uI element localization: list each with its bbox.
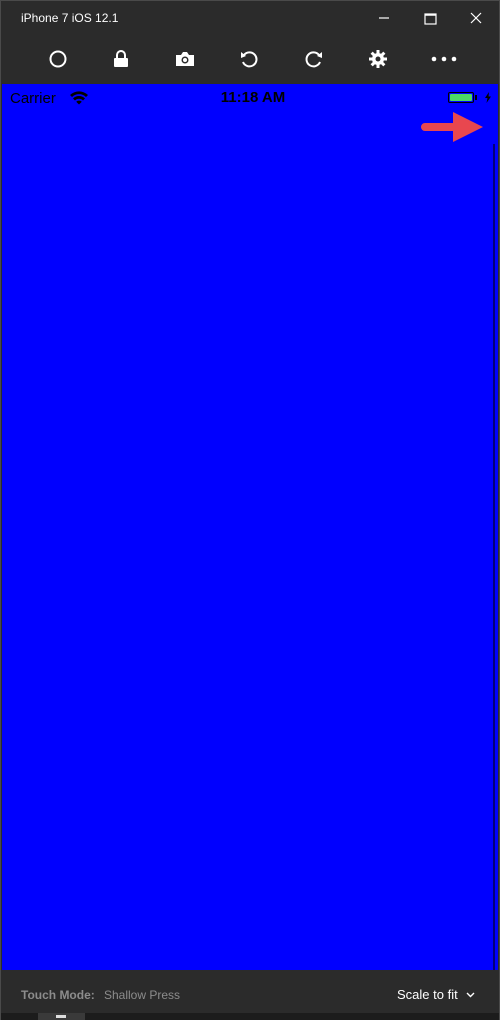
chevron-down-icon xyxy=(466,992,475,997)
more-dots-icon xyxy=(431,56,457,62)
touch-mode-label: Touch Mode: xyxy=(21,988,95,1002)
home-button[interactable] xyxy=(42,43,74,75)
close-icon xyxy=(470,12,482,24)
battery-icon xyxy=(448,92,474,103)
title-bar[interactable]: iPhone 7 iOS 12.1 xyxy=(1,1,499,35)
touch-mode-value[interactable]: Shallow Press xyxy=(104,988,180,1002)
taskbar-app-tab[interactable] xyxy=(38,1013,85,1020)
settings-button[interactable] xyxy=(362,43,394,75)
status-time: 11:18 AM xyxy=(220,89,286,106)
camera-icon xyxy=(176,52,194,66)
right-arrow-icon xyxy=(421,112,483,142)
taskbar-strip xyxy=(1,1013,499,1020)
rotate-right-icon xyxy=(305,51,322,68)
gear-icon xyxy=(369,50,387,68)
more-button[interactable] xyxy=(428,43,460,75)
bottom-bar: Touch Mode: Shallow Press Scale to fit xyxy=(1,970,499,1013)
scale-label: Scale to fit xyxy=(397,987,458,1002)
lock-icon xyxy=(114,50,128,67)
window-title: iPhone 7 iOS 12.1 xyxy=(21,11,119,25)
charging-bolt-icon xyxy=(485,92,491,103)
circle-icon xyxy=(49,50,67,68)
simulator-toolbar xyxy=(1,35,499,83)
device-screen[interactable]: Carrier 11:18 AM xyxy=(2,84,498,970)
scale-dropdown[interactable]: Scale to fit xyxy=(397,987,475,1002)
taskbar-app-icon xyxy=(56,1015,66,1018)
close-button[interactable] xyxy=(453,1,499,35)
battery-tip xyxy=(475,95,477,100)
battery-fill xyxy=(450,94,472,101)
minimize-icon xyxy=(379,17,389,19)
rotate-right-button[interactable] xyxy=(298,43,330,75)
minimize-button[interactable] xyxy=(361,1,407,35)
rotate-left-icon xyxy=(241,51,258,68)
simulator-window: iPhone 7 iOS 12.1 Carrier 11:18 AM Touch… xyxy=(0,0,500,1020)
maximize-icon xyxy=(423,12,437,25)
scroll-indicator[interactable] xyxy=(493,144,495,970)
screenshot-button[interactable] xyxy=(169,43,201,75)
status-bar: Carrier 11:18 AM xyxy=(2,84,498,112)
lock-button[interactable] xyxy=(105,43,137,75)
maximize-button[interactable] xyxy=(407,1,453,35)
rotate-left-button[interactable] xyxy=(233,43,265,75)
